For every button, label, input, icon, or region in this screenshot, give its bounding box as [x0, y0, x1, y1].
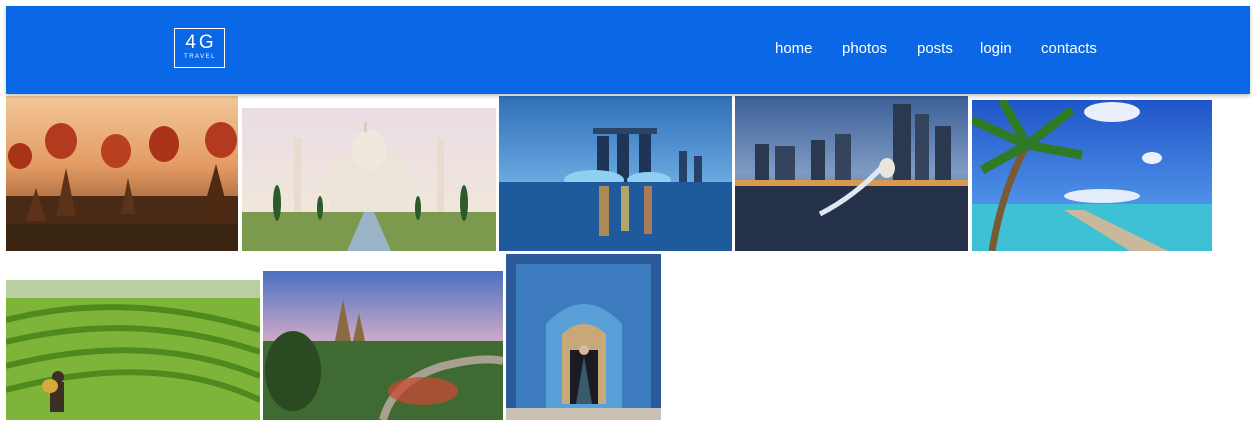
photo-blue-mosaic-doorway[interactable]: [506, 254, 661, 420]
photo-marina-bay-sands[interactable]: [499, 96, 732, 251]
logo-subtext: TRAVEL: [184, 54, 216, 60]
photo-rice-terraces[interactable]: [6, 280, 260, 420]
photo-pagoda-gardens[interactable]: [263, 271, 503, 420]
photo-hot-air-balloons-temples[interactable]: [6, 96, 238, 251]
nav-link-home[interactable]: home: [775, 39, 813, 59]
nav-link-login[interactable]: login: [980, 39, 1012, 59]
nav-link-posts[interactable]: posts: [917, 39, 953, 59]
photo-merlion-skyline[interactable]: [735, 96, 968, 251]
logo-text: 4G: [185, 32, 217, 53]
nav-link-photos[interactable]: photos: [842, 39, 887, 59]
photo-taj-mahal[interactable]: [242, 108, 496, 251]
site-logo[interactable]: 4G TRAVEL: [174, 28, 225, 68]
site-header: 4G TRAVEL home photos posts login contac…: [6, 6, 1250, 94]
photo-palm-beach-pier[interactable]: [972, 100, 1212, 251]
nav-link-contacts[interactable]: contacts: [1041, 39, 1097, 59]
